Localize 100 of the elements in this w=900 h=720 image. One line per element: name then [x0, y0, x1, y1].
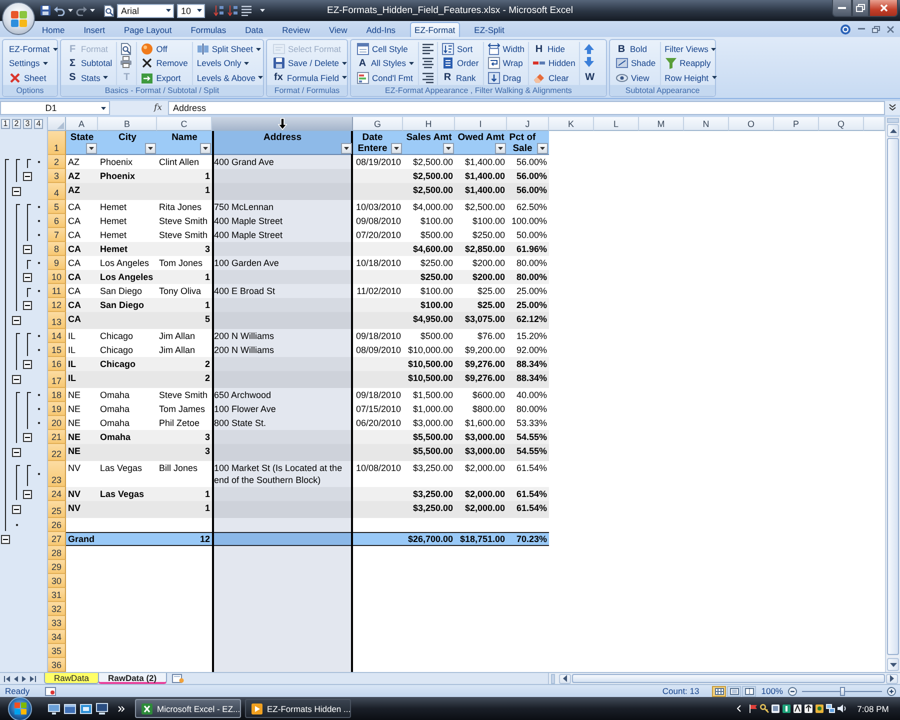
- speaker-icon[interactable]: [837, 704, 846, 713]
- row-number[interactable]: 21: [48, 430, 66, 444]
- filter-button[interactable]: [443, 143, 454, 154]
- row-number[interactable]: 23: [48, 461, 66, 487]
- scroll-up-button[interactable]: [887, 124, 899, 137]
- filter-button[interactable]: [391, 143, 402, 154]
- ribbon-tab[interactable]: Formulas: [186, 22, 232, 37]
- outline-level-button[interactable]: 1: [1, 119, 10, 129]
- font-size-field[interactable]: 10: [177, 4, 205, 18]
- tile-icon[interactable]: [782, 704, 791, 713]
- caret-icon[interactable]: [90, 9, 95, 12]
- row-number[interactable]: 12: [48, 298, 66, 312]
- ribbon-button[interactable]: Off: [140, 42, 168, 56]
- row-number[interactable]: 33: [48, 616, 66, 630]
- row-number[interactable]: 24: [48, 487, 66, 501]
- row-number[interactable]: 17: [48, 371, 66, 388]
- row-number[interactable]: 9: [48, 256, 66, 270]
- ribbon-button[interactable]: H Hide: [532, 42, 566, 56]
- ribbon-button[interactable]: View: [615, 70, 650, 85]
- ribbon-button[interactable]: Levels & Above: [196, 70, 264, 85]
- minimize-icon[interactable]: [858, 28, 865, 30]
- collapse-button[interactable]: [12, 187, 21, 196]
- window-icon[interactable]: [80, 702, 92, 714]
- column-header[interactable]: K: [549, 117, 594, 131]
- last-sheet-icon[interactable]: [30, 676, 36, 682]
- sort-icon[interactable]: [213, 5, 224, 16]
- printer-icon[interactable]: [120, 56, 132, 68]
- zoom-out-icon[interactable]: [788, 686, 797, 696]
- column-header[interactable]: C: [157, 117, 212, 131]
- row-number[interactable]: 30: [48, 574, 66, 588]
- desktop-icon[interactable]: [48, 702, 60, 714]
- previous-sheet-icon[interactable]: [14, 676, 18, 682]
- ribbon-button[interactable]: EZ-Format: [8, 42, 59, 56]
- text-lines-icon[interactable]: [422, 57, 434, 70]
- filter-button[interactable]: [200, 143, 211, 154]
- row-number[interactable]: 2: [48, 155, 66, 169]
- taskbar-button[interactable]: EZ-Formats Hidden ...: [245, 699, 351, 718]
- collapse-button[interactable]: [12, 316, 21, 325]
- column-header[interactable]: I: [455, 117, 507, 131]
- text-lines-icon[interactable]: [422, 43, 434, 56]
- row-number[interactable]: 28: [48, 546, 66, 560]
- row-number[interactable]: 22: [48, 444, 66, 461]
- taskbar-button[interactable]: Microsoft Excel - EZ...: [135, 699, 241, 718]
- ribbon-button[interactable]: Export: [140, 70, 182, 85]
- ribbon-button[interactable]: fx Formula Field: [272, 70, 348, 85]
- outline-level-button[interactable]: 4: [34, 119, 43, 129]
- ribbon-button[interactable]: Sheet: [8, 70, 48, 85]
- row-number[interactable]: 6: [48, 214, 66, 228]
- row-number[interactable]: 35: [48, 644, 66, 658]
- sheet-tab[interactable]: RawData: [44, 673, 99, 684]
- column-header[interactable]: M: [639, 117, 684, 131]
- undo-icon[interactable]: [54, 6, 65, 16]
- row-number[interactable]: 27: [48, 532, 66, 546]
- document-magnifier-icon[interactable]: [103, 4, 114, 16]
- name-box[interactable]: D1: [0, 101, 110, 115]
- outline-level-button[interactable]: 3: [23, 119, 32, 129]
- row-number[interactable]: 14: [48, 329, 66, 343]
- column-header[interactable]: P: [774, 117, 819, 131]
- ribbon-tab[interactable]: EZ-Format: [410, 22, 460, 37]
- row-number[interactable]: 25: [48, 501, 66, 518]
- ribbon-button[interactable]: Split Sheet: [196, 42, 262, 56]
- ribbon-button[interactable]: Reapply: [664, 56, 712, 70]
- caret-icon[interactable]: [68, 9, 73, 12]
- ribbon-button[interactable]: Drag: [486, 70, 522, 85]
- insert-function-button[interactable]: fx: [154, 103, 162, 113]
- row-number[interactable]: 18: [48, 388, 66, 402]
- filter-button[interactable]: [341, 143, 352, 154]
- column-header[interactable]: G: [353, 117, 403, 131]
- row-number[interactable]: 13: [48, 312, 66, 329]
- monitor-icon[interactable]: [96, 702, 108, 714]
- column-header[interactable]: N: [684, 117, 729, 131]
- row-number[interactable]: 3: [48, 169, 66, 183]
- tile-icon[interactable]: [815, 704, 824, 713]
- filter-button[interactable]: [145, 143, 156, 154]
- row-number[interactable]: 36: [48, 658, 66, 672]
- ribbon-button[interactable]: Settings: [8, 56, 49, 70]
- column-header[interactable]: A: [66, 117, 98, 131]
- ribbon-tab[interactable]: Insert: [78, 22, 110, 37]
- ribbon-tab[interactable]: Home: [37, 22, 70, 37]
- ribbon-button[interactable]: Filter Views: [664, 42, 718, 56]
- flag-icon[interactable]: [749, 704, 758, 713]
- ribbon-button[interactable]: Sort: [440, 42, 474, 56]
- column-header[interactable]: B: [98, 117, 157, 131]
- formula-field[interactable]: Address: [168, 101, 885, 115]
- tile-icon[interactable]: [804, 704, 813, 713]
- window-icon[interactable]: [64, 702, 76, 714]
- ribbon-button[interactable]: R Rank: [440, 70, 477, 85]
- ribbon-button[interactable]: Σ Subtotal: [66, 56, 114, 70]
- row-number[interactable]: 15: [48, 343, 66, 357]
- tile-icon[interactable]: [793, 704, 802, 713]
- ribbon-button[interactable]: Remove: [140, 56, 189, 70]
- row-number[interactable]: 32: [48, 602, 66, 616]
- view-button[interactable]: [727, 686, 742, 696]
- ribbon-button[interactable]: B Bold: [615, 42, 648, 56]
- column-header[interactable]: L: [594, 117, 639, 131]
- zoom-in-icon[interactable]: [887, 686, 896, 696]
- ribbon-button[interactable]: Hidden: [532, 56, 576, 70]
- up-arrow-icon[interactable]: [583, 42, 596, 55]
- collapse-button[interactable]: [12, 375, 21, 384]
- scroll-down-button[interactable]: [887, 658, 899, 671]
